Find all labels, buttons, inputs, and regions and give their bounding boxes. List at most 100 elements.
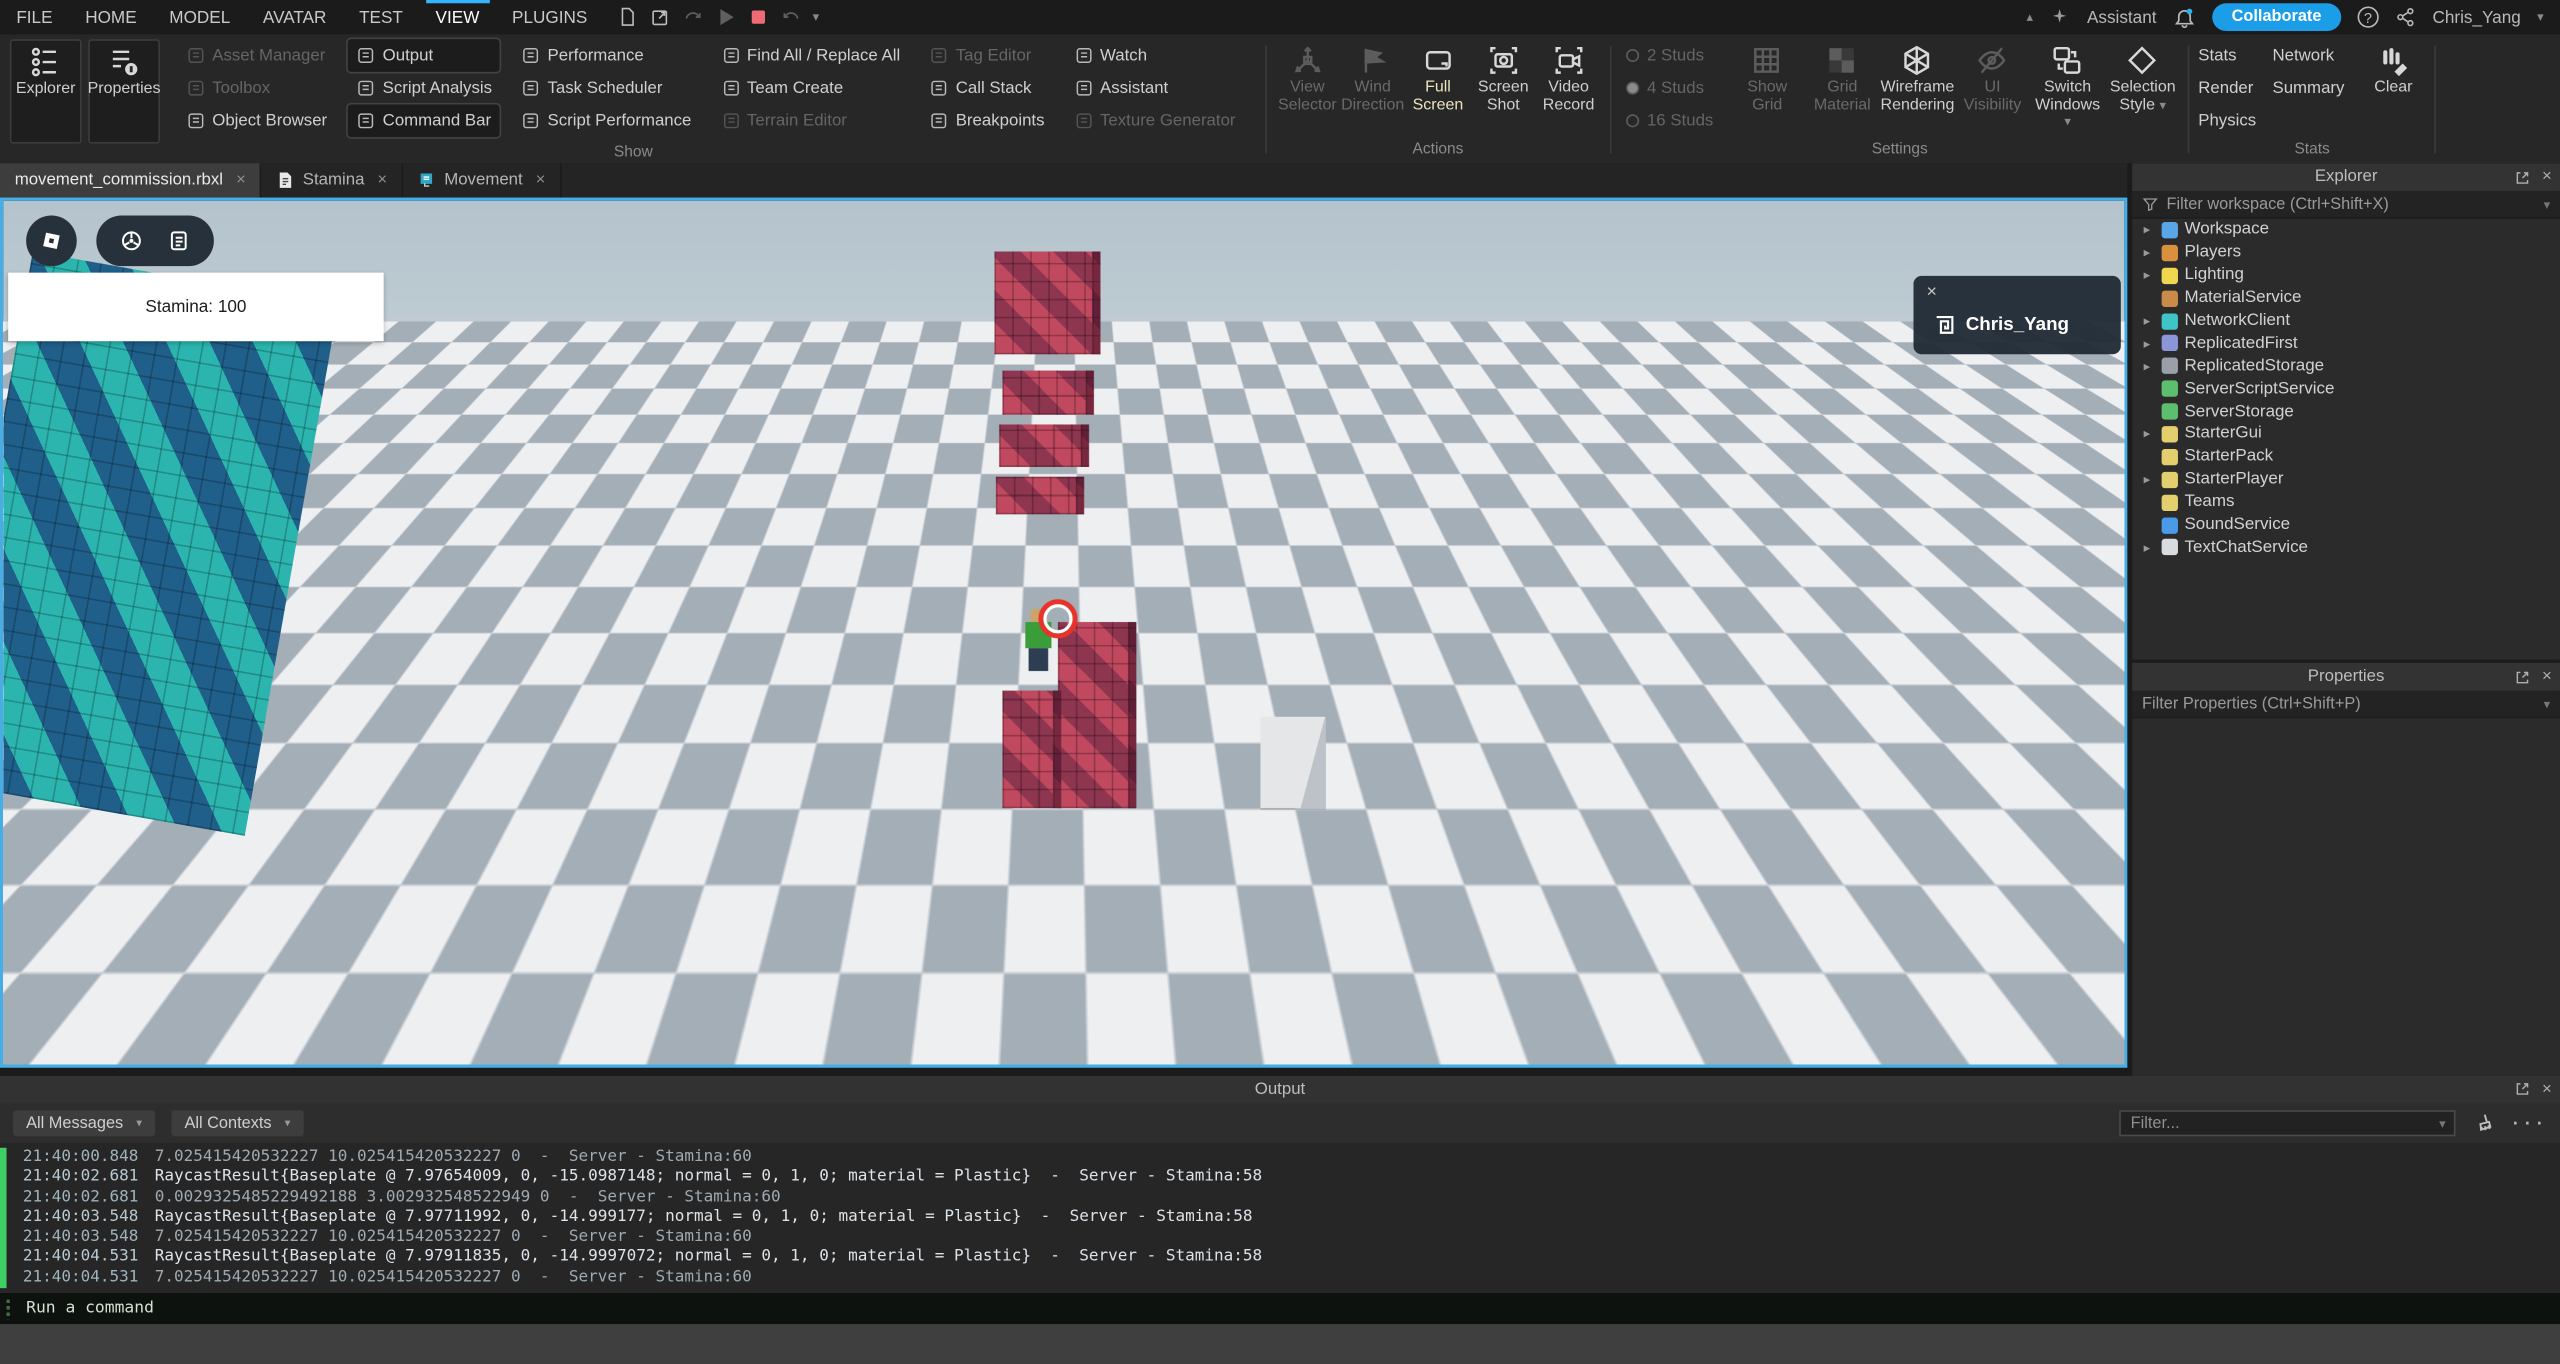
menu-test[interactable]: TEST	[343, 0, 419, 34]
network-stat-toggle[interactable]: Network	[2272, 39, 2344, 72]
output-filter-input[interactable]: Filter...▾	[2119, 1110, 2455, 1136]
leaderboard-icon[interactable]	[167, 229, 191, 253]
assistant-label[interactable]: Assistant	[2087, 7, 2157, 27]
command-bar-button[interactable]: Command Bar	[348, 104, 500, 137]
close-icon[interactable]: ×	[2542, 668, 2552, 686]
output-button[interactable]: Output	[348, 39, 500, 72]
breakpoints-button[interactable]: Breakpoints	[921, 104, 1052, 137]
help-icon[interactable]: ?	[2357, 7, 2378, 28]
assistant-sparkle-icon[interactable]	[2049, 7, 2070, 28]
explorer-item-soundservice[interactable]: SoundService	[2132, 514, 2560, 537]
popout-icon[interactable]	[2514, 1081, 2530, 1097]
team-create-button[interactable]: Team Create	[713, 72, 909, 105]
undo-icon[interactable]	[780, 7, 801, 28]
share-icon[interactable]	[2395, 7, 2416, 28]
filter-funnel-icon[interactable]	[2142, 196, 2158, 212]
assistant-button[interactable]: Assistant	[1066, 72, 1244, 105]
explorer-item-teams[interactable]: Teams	[2132, 491, 2560, 514]
popout-icon[interactable]	[2514, 669, 2530, 685]
notifications-bell-icon[interactable]	[2173, 6, 2196, 29]
menu-avatar[interactable]: AVATAR	[247, 0, 343, 34]
explorer-item-workspace[interactable]: ▸Workspace	[2132, 219, 2560, 242]
log-line[interactable]: 21:40:03.548RaycastResult{Baseplate @ 7.…	[23, 1208, 2560, 1228]
close-icon[interactable]: ×	[2542, 168, 2552, 186]
tab-movement-commission-rbxl[interactable]: movement_commission.rbxl×	[0, 163, 262, 197]
properties-filter[interactable]: Filter Properties (Ctrl+Shift+P) ▾	[2132, 691, 2560, 719]
menu-plugins[interactable]: PLUGINS	[496, 0, 604, 34]
script-performance-button[interactable]: Script Performance	[513, 104, 699, 137]
ui-visibility-button[interactable]: UI Visibility	[1955, 39, 2030, 134]
script-analysis-button[interactable]: Script Analysis	[348, 72, 500, 105]
3d-viewport[interactable]: Stamina: 100 × Chris_Yang	[0, 198, 2127, 1068]
menu-view[interactable]: VIEW	[419, 0, 495, 34]
clear-output-broom-icon[interactable]	[2472, 1112, 2495, 1135]
popout-icon[interactable]	[2514, 169, 2530, 185]
explorer-item-networkclient[interactable]: ▸NetworkClient	[2132, 309, 2560, 332]
expand-arrow-icon[interactable]: ▸	[2139, 540, 2155, 555]
play-icon[interactable]	[715, 7, 736, 28]
qat-dropdown-icon[interactable]: ▾	[813, 10, 820, 25]
redo-icon[interactable]	[682, 7, 703, 28]
grid-material-button[interactable]: Grid Material	[1805, 39, 1880, 134]
close-icon[interactable]: ×	[378, 171, 388, 189]
output-log-area[interactable]: 21:40:00.8487.025415420532227 10.0254154…	[0, 1143, 2560, 1293]
wireframe-rendering-button[interactable]: Wireframe Rendering	[1880, 39, 1955, 134]
explorer-item-replicatedstorage[interactable]: ▸ReplicatedStorage	[2132, 355, 2560, 378]
summary-stat-toggle[interactable]: Summary	[2272, 72, 2344, 105]
log-line[interactable]: 21:40:02.6810.0029325485229492188 3.0029…	[23, 1188, 2560, 1208]
toolbox-button[interactable]: Toolbox	[178, 72, 335, 105]
find-all-replace-all-button[interactable]: Find All / Replace All	[713, 39, 909, 72]
explorer-item-serverstorage[interactable]: ServerStorage	[2132, 400, 2560, 423]
close-icon[interactable]: ×	[536, 171, 546, 189]
task-scheduler-button[interactable]: Task Scheduler	[513, 72, 699, 105]
2-studs-radio[interactable]: 2 Studs	[1619, 39, 1720, 72]
expand-arrow-icon[interactable]: ▸	[2139, 472, 2155, 487]
view-selector-button[interactable]: View Selector	[1275, 39, 1340, 134]
collaborate-button[interactable]: Collaborate	[2212, 3, 2341, 31]
selection-style-button[interactable]: Selection Style ▾	[2105, 39, 2180, 134]
chevron-down-icon[interactable]: ▾	[2544, 696, 2551, 711]
switch-windows-button[interactable]: Switch Windows ▾	[2030, 39, 2105, 134]
asset-manager-button[interactable]: Asset Manager	[178, 39, 335, 72]
explorer-filter[interactable]: Filter workspace (Ctrl+Shift+X) ▾	[2132, 191, 2560, 219]
user-caret-icon[interactable]: ▾	[2537, 10, 2544, 25]
explorer-item-startergui[interactable]: ▸StarterGui	[2132, 423, 2560, 446]
4-studs-radio[interactable]: 4 Studs	[1619, 72, 1720, 105]
tab-movement[interactable]: Movement×	[403, 163, 561, 197]
log-line[interactable]: 21:40:02.681RaycastResult{Baseplate @ 7.…	[23, 1168, 2560, 1188]
explorer-item-serverscriptservice[interactable]: ServerScriptService	[2132, 378, 2560, 401]
explorer-item-replicatedfirst[interactable]: ▸ReplicatedFirst	[2132, 332, 2560, 355]
collapse-ribbon-icon[interactable]: ▴	[2027, 10, 2034, 25]
close-icon[interactable]: ×	[2542, 1081, 2552, 1099]
explorer-item-lighting[interactable]: ▸Lighting	[2132, 264, 2560, 287]
object-browser-button[interactable]: Object Browser	[178, 104, 335, 137]
explorer-button[interactable]: Explorer	[10, 39, 82, 143]
render-stat-toggle[interactable]: Render	[2198, 72, 2256, 105]
menu-model[interactable]: MODEL	[153, 0, 247, 34]
close-icon[interactable]: ×	[236, 171, 246, 189]
open-file-icon[interactable]	[649, 7, 670, 28]
explorer-item-players[interactable]: ▸Players	[2132, 241, 2560, 264]
clear-stats-button[interactable]: Clear	[2361, 39, 2426, 134]
expand-arrow-icon[interactable]: ▸	[2139, 245, 2155, 260]
wind-direction-button[interactable]: Wind Direction	[1340, 39, 1405, 134]
messages-filter-dropdown[interactable]: All Messages▾	[13, 1110, 155, 1136]
call-stack-button[interactable]: Call Stack	[921, 72, 1052, 105]
explorer-item-starterpack[interactable]: StarterPack	[2132, 446, 2560, 469]
user-name[interactable]: Chris_Yang	[2432, 7, 2520, 27]
expand-arrow-icon[interactable]: ▸	[2139, 223, 2155, 238]
expand-arrow-icon[interactable]: ▸	[2139, 359, 2155, 374]
menu-home[interactable]: HOME	[69, 0, 153, 34]
texture-generator-button[interactable]: Texture Generator	[1066, 104, 1244, 137]
menu-file[interactable]: FILE	[0, 0, 69, 34]
log-line[interactable]: 21:40:00.8487.025415420532227 10.0254154…	[23, 1148, 2560, 1168]
chevron-down-icon[interactable]: ▾	[2544, 197, 2551, 212]
16-studs-radio[interactable]: 16 Studs	[1619, 104, 1720, 137]
show-grid-button[interactable]: Show Grid	[1730, 39, 1805, 134]
log-line[interactable]: 21:40:03.5487.025415420532227 10.0254154…	[23, 1228, 2560, 1248]
new-file-icon[interactable]	[617, 7, 638, 28]
explorer-item-starterplayer[interactable]: ▸StarterPlayer	[2132, 468, 2560, 491]
video-record-button[interactable]: Video Record	[1536, 39, 1601, 134]
log-line[interactable]: 21:40:04.531RaycastResult{Baseplate @ 7.…	[23, 1248, 2560, 1268]
watch-button[interactable]: Watch	[1066, 39, 1244, 72]
